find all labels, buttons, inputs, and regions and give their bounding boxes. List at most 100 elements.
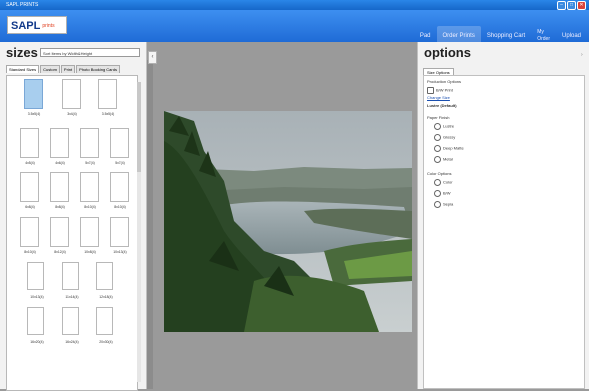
size-label: 10x8(4) — [84, 250, 96, 254]
size-thumbnail — [96, 262, 113, 290]
size-thumbnail — [50, 128, 69, 158]
size-label: 3.5x5(4) — [27, 112, 41, 116]
radio-icon[interactable] — [434, 201, 441, 208]
size-label: 16x20(4) — [30, 340, 44, 344]
size-label: 5x7(4) — [85, 161, 95, 165]
window-controls: – □ ✕ — [557, 1, 586, 10]
size-label: 8x10(4) — [24, 250, 36, 254]
window-title: SAPL PRINTS — [6, 2, 39, 8]
tab-standard-sizes[interactable]: Standard Sizes — [6, 65, 40, 73]
size-label: 11x14(4) — [65, 295, 79, 299]
panel-divider — [147, 60, 153, 389]
option-radio[interactable]: Deep Matte — [434, 145, 464, 152]
option-text: Deep Matte — [443, 145, 464, 151]
size-thumbnail — [62, 79, 81, 109]
size-thumbnail — [62, 262, 79, 290]
sizes-scrollbar[interactable] — [137, 82, 141, 382]
option-radio[interactable]: Lustre — [434, 123, 454, 130]
size-thumbnail — [98, 79, 117, 109]
size-label: 8x8(4) — [55, 205, 65, 209]
option-radio[interactable]: Sepia — [434, 201, 453, 208]
size-thumbnail — [27, 307, 44, 335]
size-thumbnail — [110, 172, 129, 202]
logo-main: SAPL — [11, 20, 41, 32]
size-thumbnail — [20, 172, 39, 202]
photo-preview[interactable] — [164, 111, 412, 332]
size-thumbnail — [80, 128, 99, 158]
collapse-panel-button[interactable]: ‹ — [148, 51, 157, 64]
option-radio[interactable]: Color — [434, 179, 453, 186]
option-text: Glossy — [443, 134, 456, 140]
tab-photo-booking-cards[interactable]: Photo Booking Cards — [76, 65, 120, 73]
option-text: Production Options — [427, 79, 462, 84]
option-group-heading: Production Options — [427, 79, 461, 84]
radio-icon[interactable] — [434, 156, 441, 163]
top-navbar: Pad Order Prints Shopping Cart My Order … — [0, 10, 589, 46]
size-thumbnail — [27, 262, 44, 290]
logo-sub: prints — [42, 23, 55, 30]
option-text: B/W — [443, 190, 451, 196]
checkbox-icon[interactable] — [427, 87, 434, 94]
size-label: 20x30(4) — [99, 340, 113, 344]
option-radio[interactable]: Metal — [434, 156, 453, 163]
option-text: B/W Print — [436, 87, 453, 93]
radio-icon[interactable] — [434, 123, 441, 130]
option-radio[interactable]: B/W — [434, 190, 451, 197]
close-button[interactable]: ✕ — [577, 1, 586, 10]
option-group-heading: Color Options — [427, 171, 451, 176]
option-checkbox[interactable]: B/W Print — [427, 87, 453, 94]
size-label: 4x5(4) — [25, 161, 35, 165]
minimize-button[interactable]: – — [557, 1, 566, 10]
size-thumbnail — [50, 217, 69, 247]
radio-icon[interactable] — [434, 190, 441, 197]
size-label: 6x8(4) — [25, 205, 35, 209]
size-tabs: Standard Sizes Custom Print Photo Bookin… — [6, 65, 121, 73]
size-label: 12x18(4) — [99, 295, 113, 299]
size-thumbnail — [24, 79, 43, 109]
radio-icon[interactable] — [434, 134, 441, 141]
option-text: Change Size — [427, 95, 450, 100]
option-text: Lustre — [443, 123, 455, 129]
title-bar: SAPL PRINTS – □ ✕ — [0, 0, 589, 10]
size-label: 10x13(4) — [30, 295, 44, 299]
option-text: Paper Finish — [427, 115, 450, 120]
option-text: Metal — [443, 156, 453, 162]
logo[interactable]: SAPL prints — [7, 16, 67, 34]
sizes-title: sizes — [6, 45, 38, 60]
chevron-left-icon: ‹ — [151, 54, 154, 60]
maximize-button[interactable]: □ — [567, 1, 576, 10]
radio-icon[interactable] — [434, 179, 441, 186]
size-thumbnail — [20, 217, 39, 247]
landscape-photo — [164, 111, 412, 332]
tab-custom[interactable]: Custom — [40, 65, 60, 73]
size-label: 3x4(4) — [67, 112, 77, 116]
size-thumbnail — [20, 128, 39, 158]
size-thumbnail — [50, 172, 69, 202]
options-panel: options Size Options Production Options B… — [417, 42, 589, 389]
size-label: 10x13(4) — [113, 250, 127, 254]
sort-input[interactable]: Sort Items by Width&Height — [40, 48, 140, 57]
selected-finish-label: Lustre (Default) — [427, 103, 457, 108]
option-radio[interactable]: Glossy — [434, 134, 455, 141]
radio-icon[interactable] — [434, 145, 441, 152]
nav-link-my-order-label: My Order — [537, 29, 550, 42]
size-label: 3.5x5(4) — [101, 112, 115, 116]
size-label: 8x10(4) — [114, 205, 126, 209]
options-title: options — [424, 45, 471, 60]
size-label: 8x10(4) — [84, 205, 96, 209]
size-grid: 3.5x5(4) 3x4(4) 3.5x5(4) 4x5(4) 4x6(4) 5x7(4)… — [6, 75, 138, 391]
size-label: 16x24(4) — [65, 340, 79, 344]
size-thumbnail — [110, 128, 129, 158]
size-thumbnail — [80, 172, 99, 202]
sizes-panel: sizes Sort Items by Width&Height Standar… — [0, 42, 147, 391]
sizes-scroll-thumb[interactable] — [137, 82, 141, 172]
option-group-heading: Paper Finish — [427, 115, 449, 120]
options-list: Production Options B/W Print Change Size Lu… — [423, 75, 585, 389]
size-label: 8x12(4) — [54, 250, 66, 254]
size-label: 5x7(4) — [115, 161, 125, 165]
tab-print[interactable]: Print — [60, 65, 76, 73]
change-size-link[interactable]: Change Size — [427, 95, 450, 100]
option-text: Color Options — [427, 171, 452, 176]
options-collapse-icon[interactable]: › — [581, 52, 586, 60]
option-text: Sepia — [443, 201, 454, 207]
